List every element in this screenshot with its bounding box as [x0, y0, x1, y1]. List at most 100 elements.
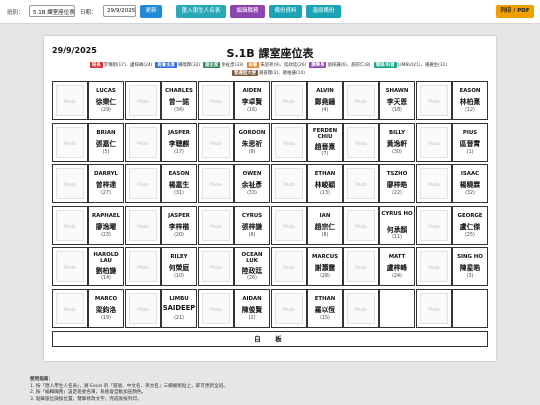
update-button[interactable]: 更新 [140, 5, 162, 18]
student-photo[interactable]: Photo [125, 122, 161, 162]
photo-placeholder: Photo [347, 168, 375, 199]
student-photo[interactable]: Photo [271, 164, 307, 203]
student-photo[interactable]: Photo [271, 81, 307, 120]
instruction-line: 3. 點擊座位調換位置，雙擊修改文字，完成後按列印。 [30, 396, 142, 402]
seat-card[interactable]: MATT 盧梓峰 (24) [379, 247, 415, 286]
seat-card[interactable]: EASON 林柏熹 (12) [452, 81, 488, 120]
student-photo[interactable]: Photo [343, 122, 379, 162]
seat-card[interactable]: DARRYL 曾梓達 (27) [88, 164, 124, 203]
student-photo[interactable]: Photo [125, 81, 161, 120]
date-input[interactable]: 29/9/2025 [103, 5, 136, 17]
seat-card[interactable]: LIMBU SAIDEEP (21) [161, 288, 197, 328]
student-photo[interactable]: Photo [198, 81, 234, 120]
seat-card[interactable]: CYRUS HO 何承顏 (11) [379, 205, 415, 245]
seat-card[interactable]: RILEY 何榮庭 (10) [161, 247, 197, 286]
seat-number: (4) [321, 108, 329, 113]
role-tag: 秘書 [246, 62, 260, 68]
seat-card[interactable]: AIDEN 李卓賢 (16) [234, 81, 270, 120]
empty-seat[interactable] [379, 288, 415, 328]
seat-card[interactable]: JASPER 李梓楷 (20) [161, 205, 197, 245]
whiteboard-label: 白 板 [52, 331, 488, 347]
student-photo[interactable]: Photo [271, 122, 307, 162]
student-chinese-name: 徐樂仁 [95, 98, 117, 106]
seat-card[interactable]: HAROLD LAU 劉柏謙 (14) [88, 247, 124, 286]
student-photo[interactable]: Photo [271, 205, 307, 245]
student-photo[interactable]: Photo [125, 288, 161, 328]
edit-roles-button[interactable]: 編輯職務 [230, 5, 265, 18]
import-students-button[interactable]: 匯入學生人名表 [176, 5, 226, 18]
student-photo[interactable]: Photo [125, 247, 161, 286]
seat-card[interactable]: OCEAN LUK 陸政廷 (26) [234, 247, 270, 286]
student-photo[interactable]: Photo [198, 164, 234, 203]
seat-card[interactable]: OWEN 余祉彥 (33) [234, 164, 270, 203]
role-members: LIMBU(21)、楊嘉生(31) [397, 63, 448, 68]
seat-card[interactable]: BILLY 黃逸軒 (30) [379, 122, 415, 162]
seat-card[interactable]: BRIAN 張嘉仁 (5) [88, 122, 124, 162]
student-photo[interactable]: Photo [343, 164, 379, 203]
student-photo[interactable]: Photo [52, 288, 88, 328]
seat-card[interactable]: IAN 趙宗仁 (8) [307, 205, 343, 245]
seat-card[interactable]: MARCUS 謝灝霆 (28) [307, 247, 343, 286]
role-tag: 普通話大使 [232, 70, 258, 76]
student-photo[interactable]: Photo [52, 205, 88, 245]
student-chinese-name: 張梓謙 [241, 222, 263, 231]
seat-card[interactable]: ETHAN 林峻穎 (13) [307, 164, 343, 203]
seat-number: (12) [465, 108, 475, 113]
seat-card[interactable]: CHARLES 曾一諾 (34) [161, 81, 197, 120]
seat-card[interactable]: ISAAC 楊曉霖 (32) [452, 164, 488, 203]
student-english-name: ETHAN [314, 295, 336, 302]
seat-number: (19) [101, 315, 111, 321]
seat-card[interactable]: GEORGE 盧仁傑 (25) [452, 205, 488, 245]
student-photo[interactable]: Photo [271, 288, 307, 328]
seat-card[interactable]: SHAWN 李天恩 (18) [379, 81, 415, 120]
seat-card[interactable]: LUCAS 徐樂仁 (29) [88, 81, 124, 120]
print-pdf-button[interactable]: 列印 / PDF [496, 5, 534, 18]
seat-card[interactable]: PIUS 區晉霄 (1) [452, 122, 488, 162]
seat-card[interactable]: TSZHO 廖梓皓 (22) [379, 164, 415, 203]
student-photo[interactable]: Photo [343, 288, 379, 328]
seat-card[interactable]: FERDEN CHIU 趙晉熹 (7) [307, 122, 343, 162]
student-photo[interactable]: Photo [416, 205, 452, 245]
student-photo[interactable]: Photo [343, 205, 379, 245]
seat-card[interactable]: MARCO 梁鈞洛 (19) [88, 288, 124, 328]
student-photo[interactable]: Photo [198, 288, 234, 328]
student-photo[interactable]: Photo [416, 247, 452, 286]
seat-card[interactable]: RAPHAEL 廖逸曜 (23) [88, 205, 124, 245]
seat-card[interactable]: GORDON 朱思祈 (9) [234, 122, 270, 162]
seat-card[interactable]: EASON 楊嘉生 (31) [161, 164, 197, 203]
seat-number: (1) [466, 149, 474, 155]
student-photo[interactable]: Photo [198, 205, 234, 245]
student-photo[interactable]: Photo [52, 81, 88, 120]
student-photo[interactable]: Photo [52, 164, 88, 203]
student-english-name: GEORGE [457, 212, 483, 219]
seat-card[interactable]: AIDAN 陳俊賢 (2) [234, 288, 270, 328]
student-photo[interactable]: Photo [343, 81, 379, 120]
role-members: 趙晉霖(2)、劉柏謙(14) [259, 71, 305, 76]
student-photo[interactable]: Photo [52, 122, 88, 162]
student-english-name: RAPHAEL [91, 212, 121, 219]
student-photo[interactable]: Photo [198, 247, 234, 286]
student-photo[interactable]: Photo [416, 288, 452, 328]
student-photo[interactable]: Photo [125, 205, 161, 245]
student-photo[interactable]: Photo [52, 247, 88, 286]
seat-card[interactable]: CYRUS 張梓謙 (6) [234, 205, 270, 245]
student-photo[interactable]: Photo [125, 164, 161, 203]
student-photo[interactable]: Photo [271, 247, 307, 286]
student-photo[interactable]: Photo [343, 247, 379, 286]
empty-seat[interactable] [452, 288, 488, 328]
student-photo[interactable]: Photo [198, 122, 234, 162]
seat-card[interactable]: JASPER 李聰麒 (17) [161, 122, 197, 162]
student-photo[interactable]: Photo [416, 81, 452, 120]
seat-card[interactable]: ALVIN 鄭堯鐘 (4) [307, 81, 343, 120]
seat-number: (30) [392, 149, 402, 155]
seat-card[interactable]: SING HO 陳星皓 (3) [452, 247, 488, 286]
student-photo[interactable]: Photo [416, 122, 452, 162]
seat-number: (26) [247, 276, 257, 281]
backup-button[interactable]: 備份資料 [269, 5, 302, 18]
photo-placeholder: Photo [275, 85, 303, 116]
seat-card[interactable]: ETHAN 羅以恆 (15) [307, 288, 343, 328]
student-english-name: JASPER [168, 129, 190, 136]
restore-button[interactable]: 還原備份 [306, 5, 341, 18]
class-input[interactable]: 5.1B 課室座位表 [29, 5, 75, 17]
student-photo[interactable]: Photo [416, 164, 452, 203]
